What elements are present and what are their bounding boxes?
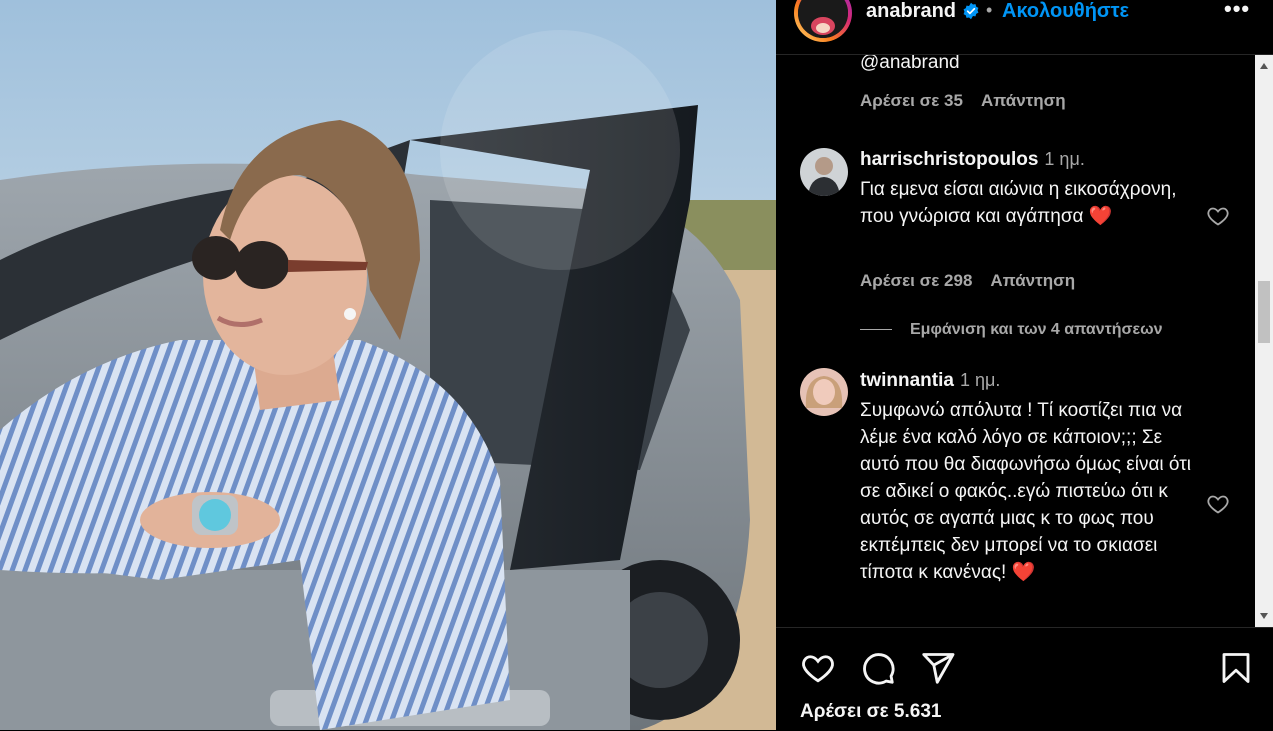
comments-scrollbar[interactable]: [1255, 55, 1273, 627]
comment-icon[interactable]: [860, 650, 896, 686]
scroll-up-arrow-icon[interactable]: [1260, 63, 1268, 69]
comment-text: Για εμενα είσαι αιώνια η εικοσάχρονη, πο…: [860, 179, 1177, 227]
follow-button[interactable]: Ακολουθήστε: [1002, 0, 1129, 23]
comment-meta: Αρέσει σε 298 Απάντηση: [860, 271, 1093, 291]
more-options-button[interactable]: •••: [1224, 0, 1250, 22]
comment-avatar[interactable]: [800, 148, 848, 196]
share-icon[interactable]: [920, 650, 956, 686]
comment-likes[interactable]: Αρέσει σε 298: [860, 271, 972, 290]
author-username[interactable]: anabrand: [866, 0, 956, 23]
post-likes-count[interactable]: Αρέσει σε 5.631: [800, 701, 941, 723]
post-photo: [0, 0, 776, 730]
comment-text: Συμφωνώ απόλυτα ! Τί κοστίζει πια να λέμ…: [860, 400, 1191, 583]
comment-avatar[interactable]: [800, 368, 848, 416]
author-avatar[interactable]: [794, 0, 852, 42]
comment-time[interactable]: 1 ημ.: [960, 370, 1000, 390]
bookmark-icon[interactable]: [1218, 650, 1254, 686]
comment-time[interactable]: 1 ημ.: [1044, 149, 1084, 169]
heart-icon[interactable]: [800, 650, 836, 686]
header-separator: •: [986, 0, 993, 20]
scroll-down-arrow-icon[interactable]: [1260, 613, 1268, 619]
reply-meta: Αρέσει σε 35 Απάντηση: [860, 91, 1084, 111]
view-replies-label: Εμφάνιση και των 4 απαντήσεων: [910, 321, 1163, 338]
view-replies-line: [860, 329, 892, 331]
comment-header: twinnantia 1 ημ.: [860, 370, 1000, 392]
comments-list[interactable]: @anabrand Αρέσει σε 35 Απάντηση harrischr…: [776, 55, 1256, 627]
post-header: anabrand • Ακολουθήστε •••: [776, 0, 1273, 55]
verified-badge-icon: [963, 2, 979, 20]
post-actions: Αρέσει σε 5.631: [776, 627, 1273, 731]
comment-like-heart-icon[interactable]: [1205, 204, 1231, 228]
view-replies-button[interactable]: Εμφάνιση και των 4 απαντήσεων: [860, 321, 1163, 339]
post-sidebar: anabrand • Ακολουθήστε ••• @anabrand Αρέ…: [776, 0, 1273, 730]
author-avatar-image: [798, 0, 848, 38]
reply-button[interactable]: Απάντηση: [981, 91, 1066, 110]
reply-mention[interactable]: @anabrand: [860, 55, 960, 74]
comment-username[interactable]: harrischristopoulos: [860, 149, 1038, 170]
comment-username[interactable]: twinnantia: [860, 370, 954, 391]
comment-header: harrischristopoulos 1 ημ.: [860, 149, 1085, 171]
comment-reply-button[interactable]: Απάντηση: [990, 271, 1075, 290]
reply-likes[interactable]: Αρέσει σε 35: [860, 91, 963, 110]
scrollbar-thumb[interactable]: [1258, 281, 1270, 343]
comment-like-heart-icon[interactable]: [1205, 492, 1231, 516]
